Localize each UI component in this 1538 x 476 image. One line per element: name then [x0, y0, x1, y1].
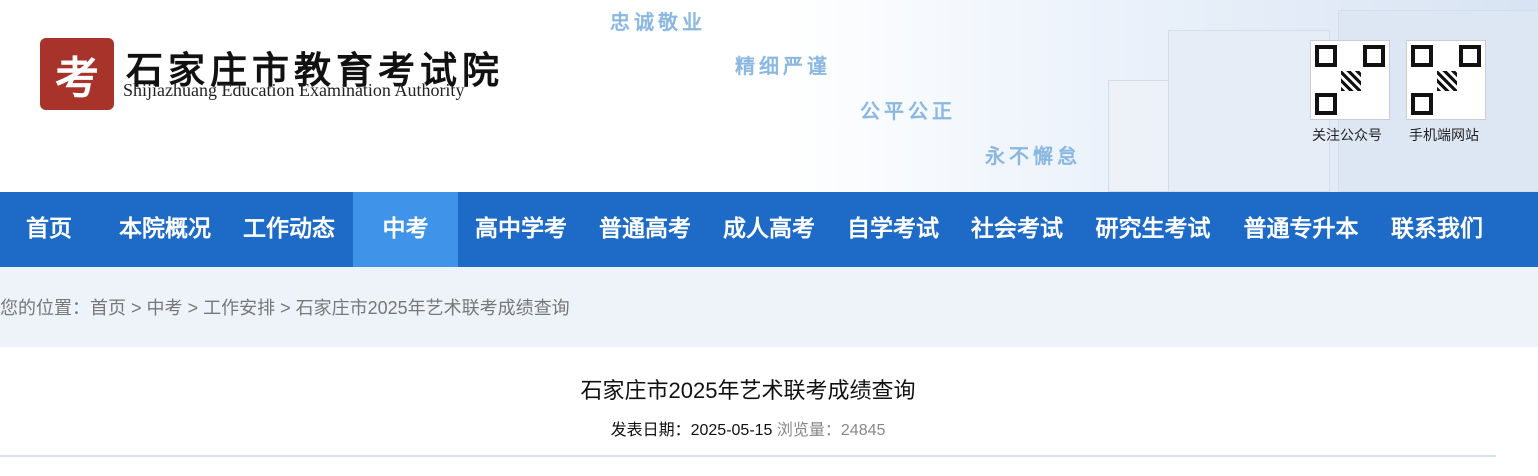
breadcrumb-bar: 您的位置：首页 > 中考 > 工作安排 > 石家庄市2025年艺术联考成绩查询: [0, 267, 1538, 347]
nav-item-zhongkao[interactable]: 中考: [353, 192, 458, 267]
nav-item-gaokao[interactable]: 普通高考: [584, 192, 706, 267]
article-meta: 发表日期：2025-05-15 浏览量：24845: [0, 416, 1496, 440]
publish-date-value: 2025-05-15: [690, 422, 773, 439]
logo-seal-char: 考: [55, 53, 99, 104]
logo-seal-icon[interactable]: 考: [40, 38, 114, 110]
breadcrumb: 您的位置：首页 > 中考 > 工作安排 > 石家庄市2025年艺术联考成绩查询: [0, 294, 570, 320]
breadcrumb-current: 石家庄市2025年艺术联考成绩查询: [295, 298, 570, 318]
main-nav: 首页 本院概况 工作动态 中考 高中学考 普通高考 成人高考 自学考试 社会考试…: [0, 192, 1538, 267]
nav-item-high-school-exam[interactable]: 高中学考: [460, 192, 582, 267]
article-divider: [0, 455, 1496, 457]
publish-date-label: 发表日期：: [610, 422, 691, 439]
nav-item-upgrade-exam[interactable]: 普通专升本: [1228, 192, 1374, 267]
nav-item-news[interactable]: 工作动态: [228, 192, 350, 267]
slogan-4: 永不懈怠: [985, 144, 1081, 168]
article-title: 石家庄市2025年艺术联考成绩查询: [580, 378, 916, 403]
logo-title-en: Shijiazhuang Education Examination Autho…: [123, 80, 465, 100]
nav-item-self-study-exam[interactable]: 自学考试: [832, 192, 954, 267]
nav-item-home[interactable]: 首页: [0, 192, 98, 267]
breadcrumb-separator: >: [280, 298, 291, 318]
views-value: 24845: [840, 422, 886, 439]
slogan-1: 忠诚敬业: [610, 10, 706, 34]
nav-item-graduate-exam[interactable]: 研究生考试: [1080, 192, 1226, 267]
site-header: 考 石家庄市教育考试院 Shijiazhuang Education Exami…: [0, 0, 1538, 192]
nav-item-social-exam[interactable]: 社会考试: [956, 192, 1078, 267]
building-decoration: [1168, 30, 1330, 192]
mobile-site-qr-code-icon: [1406, 40, 1486, 120]
breadcrumb-link-home[interactable]: 首页: [90, 298, 126, 318]
nav-item-about[interactable]: 本院概况: [104, 192, 226, 267]
breadcrumb-prefix: 您的位置：: [0, 298, 90, 318]
nav-item-adult-exam[interactable]: 成人高考: [708, 192, 830, 267]
wechat-qr-label: 关注公众号: [1312, 127, 1382, 143]
views-label: 浏览量：: [776, 422, 841, 439]
building-decoration: [1108, 80, 1170, 192]
breadcrumb-separator: >: [187, 298, 199, 318]
wechat-qr-code-icon: [1310, 40, 1390, 120]
slogan-3: 公平公正: [860, 99, 956, 123]
breadcrumb-link-work-plan[interactable]: 工作安排: [203, 298, 275, 318]
mobile-site-qr-label: 手机端网站: [1409, 127, 1479, 143]
breadcrumb-separator: >: [131, 298, 142, 318]
breadcrumb-link-zhongkao[interactable]: 中考: [147, 298, 183, 318]
slogan-2: 精细严谨: [735, 54, 831, 78]
nav-item-contact[interactable]: 联系我们: [1376, 192, 1498, 267]
